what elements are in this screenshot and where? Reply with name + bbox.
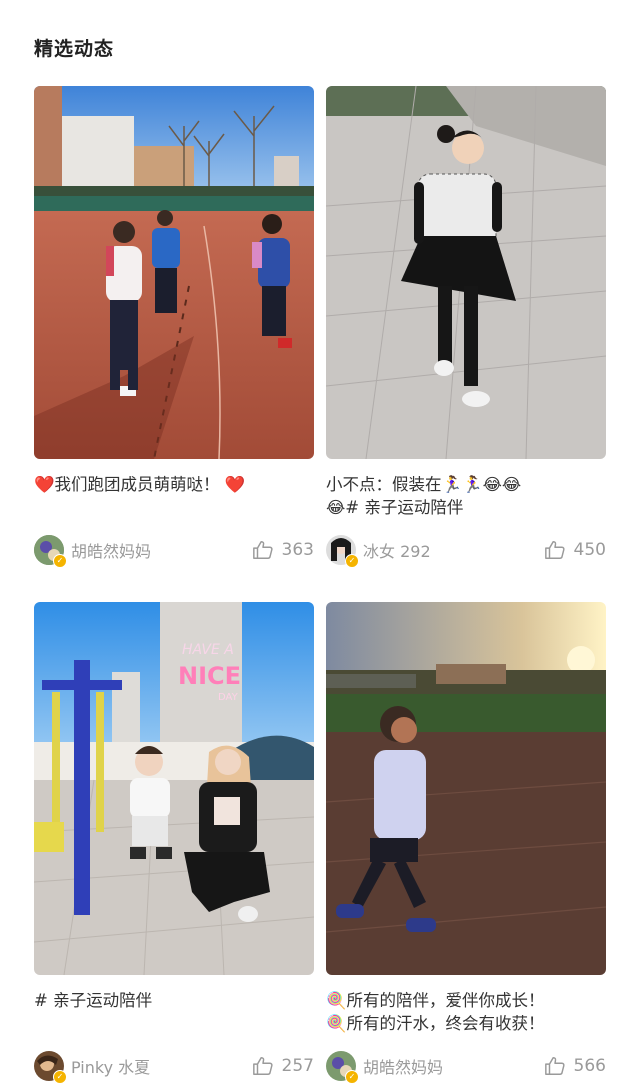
post-photo-4[interactable] xyxy=(326,602,606,975)
thumbs-up-icon xyxy=(544,1057,565,1075)
verified-badge-icon: ✓ xyxy=(345,554,359,568)
post-caption-4: 🍭所有的陪伴，爱伴你成长！ 🍭所有的汗水，终会有收获！ xyxy=(326,989,606,1037)
post-footer-1: ✓ 胡皓然妈妈 363 xyxy=(34,534,314,568)
caption-line: 😂# 亲子运动陪伴 xyxy=(326,498,464,517)
username[interactable]: 胡皓然妈妈 xyxy=(71,538,252,562)
post-photo-1[interactable] xyxy=(34,86,314,459)
like-count: 450 xyxy=(573,540,606,560)
caption-line: 🍭所有的陪伴，爱伴你成长！ xyxy=(326,991,545,1010)
outdoor-gym-photo: HAVE A NICE DAY xyxy=(34,602,314,975)
post-photo-3[interactable]: HAVE A NICE DAY xyxy=(34,602,314,975)
post-footer-2: ✓ 冰女 292 450 xyxy=(326,534,606,568)
avatar[interactable]: ✓ xyxy=(326,1051,359,1084)
sticker-line: DAY xyxy=(218,692,239,703)
like-button[interactable]: 566 xyxy=(544,1055,606,1077)
like-button[interactable]: 363 xyxy=(252,539,314,561)
post-card-1[interactable]: ❤️我们跑团成员萌萌哒！ ❤️ ✓ 胡皓然妈妈 363 xyxy=(34,86,314,568)
verified-badge-icon: ✓ xyxy=(345,1070,359,1084)
post-photo-2[interactable] xyxy=(326,86,606,459)
like-button[interactable]: 450 xyxy=(544,539,606,561)
like-count: 363 xyxy=(281,540,314,560)
post-footer-3: ✓ Pinky 水夏 257 xyxy=(34,1050,314,1084)
avatar[interactable]: ✓ xyxy=(326,535,359,568)
like-button[interactable]: 257 xyxy=(252,1055,314,1077)
username[interactable]: Pinky 水夏 xyxy=(71,1054,252,1078)
caption-line: ❤️我们跑团成员萌萌哒！ ❤️ xyxy=(34,475,246,494)
caption-line: # 亲子运动陪伴 xyxy=(34,991,153,1010)
thumbs-up-icon xyxy=(252,541,273,559)
post-card-4[interactable]: 🍭所有的陪伴，爱伴你成长！ 🍭所有的汗水，终会有收获！ ✓ 胡皓然妈妈 566 xyxy=(326,602,606,1084)
thumbs-up-icon xyxy=(544,541,565,559)
boy-running-sunset-photo xyxy=(326,602,606,975)
caption-line: 🍭所有的汗水，终会有收获！ xyxy=(326,1014,545,1033)
verified-badge-icon: ✓ xyxy=(53,554,67,568)
username[interactable]: 胡皓然妈妈 xyxy=(363,1054,544,1078)
verified-badge-icon: ✓ xyxy=(53,1070,67,1084)
running-track-photo xyxy=(34,86,314,459)
post-card-2[interactable]: 小不点：假装在🏃‍♀️🏃‍♀️😂😂 😂# 亲子运动陪伴 ✓ 冰女 292 450 xyxy=(326,86,606,568)
post-caption-3: # 亲子运动陪伴 xyxy=(34,989,314,1037)
girl-running-photo xyxy=(326,86,606,459)
sticker-line: NICE xyxy=(178,662,241,690)
section-title: 精选动态 xyxy=(34,38,115,60)
post-card-3[interactable]: HAVE A NICE DAY # 亲子运动陪伴 ✓ Pinky 水夏 257 xyxy=(34,602,314,1084)
post-caption-2: 小不点：假装在🏃‍♀️🏃‍♀️😂😂 😂# 亲子运动陪伴 xyxy=(326,473,606,521)
sticker-line: HAVE A xyxy=(182,642,234,658)
avatar[interactable]: ✓ xyxy=(34,535,67,568)
caption-line: 小不点：假装在🏃‍♀️🏃‍♀️😂😂 xyxy=(326,475,522,494)
like-count: 566 xyxy=(573,1056,606,1076)
username[interactable]: 冰女 292 xyxy=(363,538,544,562)
like-count: 257 xyxy=(281,1056,314,1076)
post-caption-1: ❤️我们跑团成员萌萌哒！ ❤️ xyxy=(34,473,314,521)
post-footer-4: ✓ 胡皓然妈妈 566 xyxy=(326,1050,606,1084)
thumbs-up-icon xyxy=(252,1057,273,1075)
avatar[interactable]: ✓ xyxy=(34,1051,67,1084)
